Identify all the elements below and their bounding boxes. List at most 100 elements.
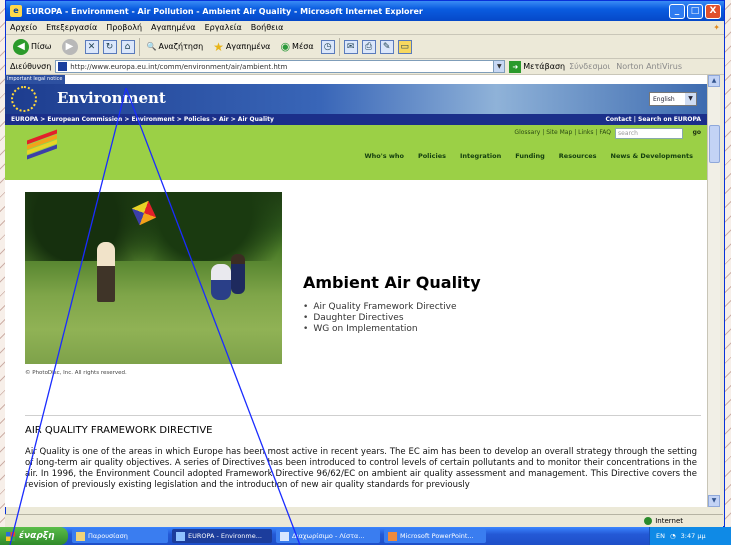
nav-whos-who[interactable]: Who's who — [364, 152, 403, 160]
utility-links[interactable]: Glossary | Site Map | Links | FAQ — [514, 129, 611, 136]
menu-help[interactable]: Βοήθεια — [251, 23, 284, 32]
start-button[interactable]: έναρξη — [0, 527, 68, 545]
rainbow-logo-icon — [23, 127, 59, 163]
toolbar-separator — [338, 37, 340, 56]
divider — [25, 415, 701, 416]
section-paragraph: Air Quality is one of the areas in which… — [25, 447, 697, 490]
link-daughter-directives[interactable]: Daughter Directives — [303, 313, 457, 324]
menu-bar: Αρχείο Επεξεργασία Προβολή Αγαπημένα Εργ… — [6, 21, 724, 35]
ie-icon: e — [10, 5, 22, 17]
go-button[interactable]: ➜ Μετάβαση — [509, 60, 566, 73]
scroll-down-icon[interactable]: ▼ — [708, 495, 720, 507]
refresh-icon[interactable]: ↻ — [102, 39, 117, 54]
window-title: EUROPA - Environment - Air Pollution - A… — [26, 6, 423, 16]
folder-icon[interactable]: ▭ — [397, 39, 412, 54]
favorites-label: Αγαπημένα — [225, 42, 271, 51]
address-bar: Διεύθυνση http://www.europa.eu.int/comm/… — [6, 59, 724, 75]
menu-view[interactable]: Προβολή — [106, 23, 142, 32]
nav-funding[interactable]: Funding — [515, 152, 545, 160]
media-label: Μέσα — [292, 42, 314, 51]
scroll-up-icon[interactable]: ▲ — [708, 75, 720, 87]
minimize-button[interactable]: _ — [669, 3, 685, 19]
print-icon[interactable]: ⎙ — [361, 39, 376, 54]
windows-flag-icon — [6, 531, 15, 541]
nav-resources[interactable]: Resources — [559, 152, 597, 160]
forward-button[interactable]: ▶ — [59, 38, 81, 56]
task-powerpoint[interactable]: Microsoft PowerPoint... — [384, 529, 486, 543]
favorites-button[interactable]: ★ Αγαπημένα — [210, 39, 273, 55]
norton-label[interactable]: Norton AntiVirus — [616, 62, 682, 71]
system-tray: EN ◔ 3:47 μμ — [649, 527, 731, 545]
language-indicator[interactable]: EN — [656, 532, 665, 540]
vertical-scrollbar[interactable]: ▲ ▼ — [707, 75, 720, 507]
task-europa[interactable]: EUROPA - Environme... — [172, 529, 272, 543]
mail-icon[interactable]: ✉ — [343, 39, 358, 54]
close-button[interactable]: X — [705, 3, 721, 19]
tray-icon[interactable]: ◔ — [670, 532, 676, 540]
back-label: Πίσω — [31, 42, 52, 51]
globe-icon — [644, 517, 653, 525]
hero-section: © PhotoDisc, Inc. All rights reserved. A… — [5, 180, 707, 385]
task-list[interactable]: Διαχωρίσιμο - Λίστα... — [276, 529, 380, 543]
banner-title: Environment — [57, 89, 166, 107]
back-arrow-icon: ◀ — [13, 38, 29, 55]
folder-icon — [76, 531, 85, 541]
legal-notice-link[interactable]: Important legal notice — [5, 75, 65, 84]
start-label: έναρξη — [19, 531, 55, 541]
menu-tools[interactable]: Εργαλεία — [205, 23, 242, 32]
link-framework-directive[interactable]: Air Quality Framework Directive — [303, 302, 456, 313]
page-title: Ambient Air Quality — [303, 273, 481, 292]
back-button[interactable]: ◀ Πίσω — [10, 38, 55, 56]
search-button[interactable]: 🔍 Αναζήτηση — [144, 41, 207, 52]
media-button[interactable]: ◉ Μέσα — [277, 39, 316, 54]
links-label[interactable]: Σύνδεσμοι — [569, 62, 610, 71]
link-wg-implementation[interactable]: WG on Implementation — [303, 324, 457, 335]
go-label: Μετάβαση — [523, 62, 566, 71]
address-input[interactable]: http://www.europa.eu.int/comm/environmen… — [55, 60, 506, 73]
language-value: English — [653, 96, 675, 103]
nav-integration[interactable]: Integration — [460, 152, 501, 160]
environment-banner: Environment English ▼ — [5, 84, 707, 114]
breadcrumb-links[interactable]: EUROPA > European Commission > Environme… — [11, 116, 274, 123]
page-icon — [58, 62, 68, 71]
web-page: Important legal notice Environment Engli… — [5, 75, 707, 507]
edit-icon[interactable]: ✎ — [379, 39, 394, 54]
site-nav-bar: Glossary | Site Map | Links | FAQ search… — [5, 125, 707, 180]
menu-favorites[interactable]: Αγαπημένα — [151, 23, 196, 32]
photo-credit: © PhotoDisc, Inc. All rights reserved. — [25, 370, 127, 376]
stop-icon[interactable]: ✕ — [84, 39, 99, 54]
title-bar[interactable]: e EUROPA - Environment - Air Pollution -… — [6, 1, 724, 21]
toolbar-separator — [138, 37, 140, 56]
breadcrumb: EUROPA > European Commission > Environme… — [5, 114, 707, 125]
star-icon: ★ — [213, 39, 224, 54]
go-arrow-icon: ➜ — [509, 60, 522, 73]
maximize-button[interactable]: □ — [687, 3, 703, 19]
nav-policies[interactable]: Policies — [418, 152, 446, 160]
site-search-go[interactable]: go — [693, 129, 701, 136]
window-icon — [280, 531, 289, 541]
media-icon: ◉ — [280, 40, 291, 53]
history-icon[interactable]: ◷ — [320, 39, 335, 54]
address-url: http://www.europa.eu.int/comm/environmen… — [70, 62, 288, 71]
forward-arrow-icon: ▶ — [61, 38, 78, 55]
menu-file[interactable]: Αρχείο — [10, 23, 37, 32]
section-title: AIR QUALITY FRAMEWORK DIRECTIVE — [25, 425, 213, 436]
kite-photo — [25, 192, 282, 364]
contact-links[interactable]: Contact | Search on EUROPA — [606, 116, 702, 123]
task-presentation[interactable]: Παρουσίαση — [72, 529, 168, 543]
search-label: Αναζήτηση — [158, 42, 204, 51]
language-select[interactable]: English ▼ — [649, 92, 697, 106]
clock: 3:47 μμ — [680, 532, 706, 540]
ie-icon — [176, 531, 185, 541]
site-search-input[interactable]: search — [615, 128, 683, 139]
windows-logo-icon: ✦ — [713, 23, 720, 32]
nav-news[interactable]: News & Developments — [611, 152, 694, 160]
home-icon[interactable]: ⌂ — [120, 39, 135, 54]
toolbar: ◀ Πίσω ▶ ✕ ↻ ⌂ 🔍 Αναζήτηση ★ Αγαπημένα ◉… — [6, 35, 724, 59]
menu-edit[interactable]: Επεξεργασία — [46, 23, 97, 32]
chevron-down-icon[interactable]: ▼ — [493, 61, 505, 72]
main-nav: Who's who Policies Integration Funding R… — [364, 152, 693, 160]
search-icon: 🔍 — [146, 42, 157, 51]
scroll-thumb[interactable] — [709, 125, 720, 163]
eu-stars-logo-icon — [11, 86, 37, 112]
